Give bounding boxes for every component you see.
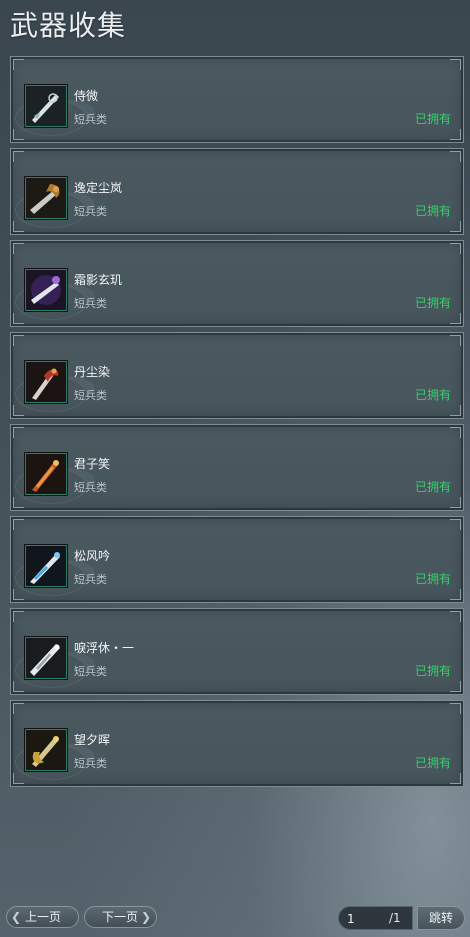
corner-ornament [450, 151, 461, 162]
owned-status: 已拥有 [414, 756, 451, 770]
owned-status: 已拥有 [414, 480, 451, 494]
page-total: /1 [389, 911, 401, 925]
weapon-card[interactable]: 君子笑 短兵类 已拥有 [10, 424, 464, 511]
corner-ornament [450, 589, 461, 600]
page-title: 武器收集 [10, 9, 127, 42]
owned-status: 已拥有 [414, 112, 451, 126]
weapon-name: 逸定尘岚 [74, 181, 123, 195]
orange-blade-icon [25, 453, 67, 495]
owned-status: 已拥有 [414, 664, 451, 678]
weapon-type: 短兵类 [74, 665, 107, 678]
corner-ornament [13, 221, 24, 232]
weapon-list: 侍微 短兵类 已拥有 逸定尘岚 短兵类 已拥有 霜影玄玑 短兵类 已拥有 丹尘染… [10, 56, 464, 792]
corner-ornament [450, 681, 461, 692]
chevron-left-icon: ❮ [11, 910, 22, 924]
weapon-type: 短兵类 [74, 297, 107, 310]
corner-ornament [13, 519, 24, 530]
white-blade-icon [25, 637, 67, 679]
weapon-name: 丹尘染 [74, 365, 111, 379]
corner-ornament [13, 335, 24, 346]
corner-ornament [13, 611, 24, 622]
chevron-right-icon: ❯ [140, 910, 151, 924]
owned-status: 已拥有 [414, 296, 451, 310]
corner-ornament [450, 427, 461, 438]
corner-ornament [450, 221, 461, 232]
owned-status: 已拥有 [414, 388, 451, 402]
corner-ornament [450, 129, 461, 140]
corner-ornament [450, 405, 461, 416]
corner-ornament [13, 589, 24, 600]
weapon-type: 短兵类 [74, 205, 107, 218]
weapon-type: 短兵类 [74, 757, 107, 770]
weapon-name: 望夕晖 [74, 733, 111, 747]
weapon-name: 松风吟 [74, 549, 111, 563]
corner-ornament [13, 313, 24, 324]
red-blade-icon [25, 361, 67, 403]
corner-ornament [13, 243, 24, 254]
prev-page-label: 上一页 [25, 910, 62, 924]
owned-status: 已拥有 [414, 572, 451, 586]
corner-ornament [450, 773, 461, 784]
corner-ornament [13, 773, 24, 784]
weapon-card[interactable]: 逸定尘岚 短兵类 已拥有 [10, 148, 464, 235]
corner-ornament [450, 519, 461, 530]
corner-ornament [450, 313, 461, 324]
weapon-type: 短兵类 [74, 481, 107, 494]
corner-ornament [13, 681, 24, 692]
bronze-blade-icon [25, 177, 67, 219]
weapon-card[interactable]: 望夕晖 短兵类 已拥有 [10, 700, 464, 787]
corner-ornament [450, 611, 461, 622]
weapon-card[interactable]: 唳浮休・一 短兵类 已拥有 [10, 608, 464, 695]
gold-blade-icon [25, 729, 67, 771]
silver-blade-icon [25, 85, 67, 127]
corner-ornament [13, 151, 24, 162]
weapon-card[interactable]: 霜影玄玑 短兵类 已拥有 [10, 240, 464, 327]
corner-ornament [450, 335, 461, 346]
corner-ornament [13, 427, 24, 438]
blue-blade-icon [25, 545, 67, 587]
purple-blade-icon [25, 269, 67, 311]
corner-ornament [450, 59, 461, 70]
page-number-input[interactable] [343, 910, 391, 928]
corner-ornament [450, 497, 461, 508]
weapon-type: 短兵类 [74, 389, 107, 402]
corner-ornament [13, 703, 24, 714]
corner-ornament [13, 497, 24, 508]
weapon-card[interactable]: 松风吟 短兵类 已拥有 [10, 516, 464, 603]
weapon-card[interactable]: 丹尘染 短兵类 已拥有 [10, 332, 464, 419]
next-page-label: 下一页 [102, 910, 139, 924]
weapon-name: 侍微 [74, 89, 99, 103]
weapon-type: 短兵类 [74, 573, 107, 586]
weapon-card[interactable]: 侍微 短兵类 已拥有 [10, 56, 464, 143]
corner-ornament [13, 59, 24, 70]
prev-page-button[interactable]: ❮ 上一页 [6, 906, 79, 928]
weapon-name: 唳浮休・一 [74, 641, 135, 655]
corner-ornament [13, 129, 24, 140]
weapon-name: 君子笑 [74, 457, 111, 471]
page-number-box: /1 [338, 906, 413, 930]
owned-status: 已拥有 [414, 204, 451, 218]
next-page-button[interactable]: 下一页 ❯ [84, 906, 157, 928]
weapon-type: 短兵类 [74, 113, 107, 126]
jump-button[interactable]: 跳转 [417, 906, 465, 930]
corner-ornament [13, 405, 24, 416]
corner-ornament [450, 703, 461, 714]
weapon-name: 霜影玄玑 [74, 273, 123, 287]
corner-ornament [450, 243, 461, 254]
